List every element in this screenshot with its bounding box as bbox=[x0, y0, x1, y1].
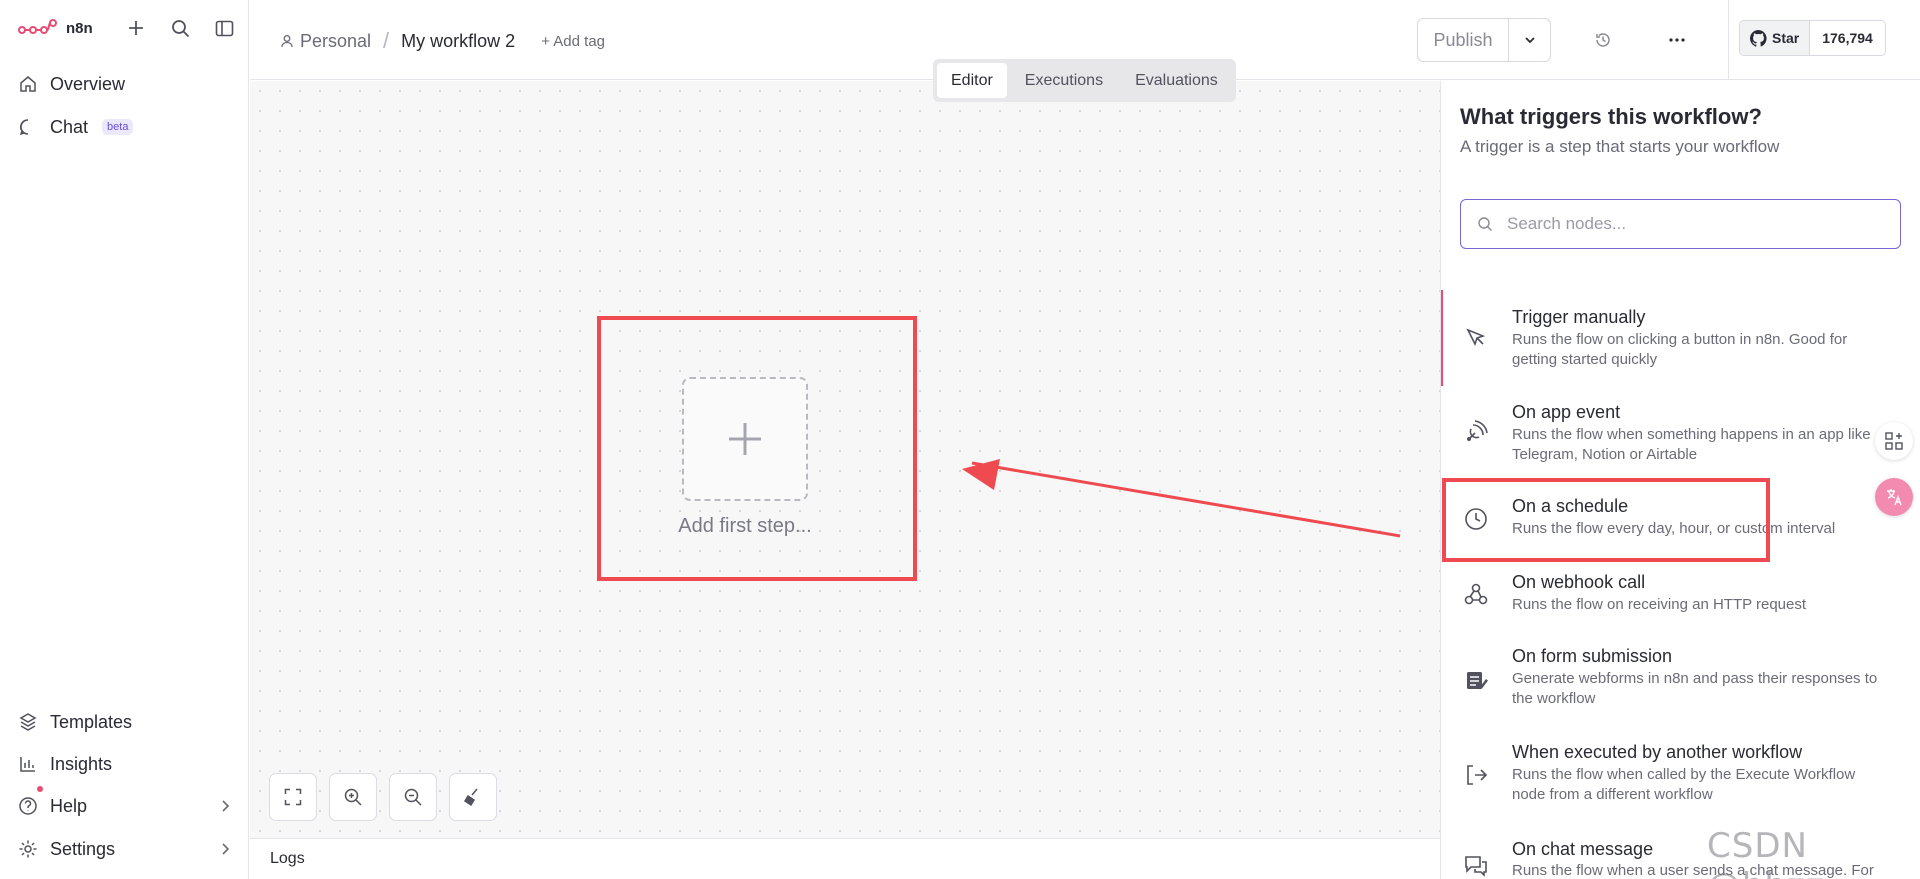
search-icon[interactable] bbox=[168, 16, 192, 40]
collapse-sidebar-icon[interactable] bbox=[212, 16, 236, 40]
translate-icon bbox=[1887, 489, 1902, 506]
chevron-right-icon bbox=[222, 843, 230, 855]
add-icon[interactable] bbox=[124, 16, 148, 40]
trigger-item-subworkflow[interactable]: When executed by another workflow Runs t… bbox=[1441, 727, 1920, 823]
canvas-controls bbox=[269, 773, 497, 821]
workflow-name[interactable]: My workflow 2 bbox=[401, 31, 515, 52]
webhook-icon bbox=[1464, 583, 1488, 605]
sidebar-item-chat[interactable]: Chat beta bbox=[18, 111, 134, 143]
notification-dot bbox=[37, 786, 43, 792]
panel-subtitle: A trigger is a step that starts your wor… bbox=[1460, 137, 1780, 156]
trigger-item-app-event[interactable]: On app event Runs the flow when somethin… bbox=[1441, 386, 1920, 481]
tab-evaluations[interactable]: Evaluations bbox=[1121, 63, 1232, 98]
chevron-down-icon bbox=[1524, 37, 1535, 44]
trigger-name: On chat message bbox=[1512, 839, 1654, 859]
history-icon[interactable] bbox=[1591, 28, 1615, 52]
zoom-out-button[interactable] bbox=[389, 773, 437, 821]
workflow-canvas[interactable]: Add first step... bbox=[250, 81, 1440, 838]
logs-bar[interactable]: Logs bbox=[250, 838, 1440, 879]
form-icon bbox=[1467, 672, 1488, 690]
header-divider bbox=[1728, 0, 1729, 80]
breadcrumb-separator: / bbox=[383, 28, 390, 53]
project-name: Personal bbox=[300, 30, 372, 51]
trigger-item-form[interactable]: On form submission Generate webforms in … bbox=[1441, 631, 1920, 727]
watermark: CSDN @hhzz bbox=[1707, 826, 1824, 879]
tab-executions[interactable]: Executions bbox=[1011, 63, 1117, 98]
translate-widget-button[interactable] bbox=[1875, 478, 1913, 516]
sidebar-item-label: Help bbox=[50, 795, 88, 816]
logs-label: Logs bbox=[270, 850, 305, 867]
search-icon bbox=[1478, 217, 1492, 231]
star-count: 176,794 bbox=[1810, 21, 1885, 55]
chat-icon bbox=[1465, 856, 1487, 877]
broom-icon bbox=[463, 788, 478, 807]
logo-text: n8n bbox=[66, 19, 93, 37]
trigger-name: On app event bbox=[1512, 402, 1621, 422]
fullscreen-icon bbox=[284, 788, 302, 806]
view-tabs: Editor Executions Evaluations bbox=[933, 59, 1236, 102]
breadcrumb: Personal / My workflow 2 + Add tag bbox=[280, 28, 605, 54]
panel-title: What triggers this workflow? bbox=[1460, 104, 1762, 129]
sidebar-item-label: Overview bbox=[50, 73, 126, 94]
more-options-icon[interactable] bbox=[1665, 28, 1689, 52]
chat-bubble-icon bbox=[19, 119, 29, 136]
sidebar-item-templates[interactable]: Templates bbox=[18, 706, 132, 738]
bar-chart-icon bbox=[20, 757, 35, 772]
sign-in-icon bbox=[1467, 765, 1488, 785]
zoom-in-icon bbox=[344, 788, 362, 806]
tab-editor[interactable]: Editor bbox=[937, 63, 1007, 98]
home-icon bbox=[20, 76, 36, 92]
trigger-description: Runs the flow on clicking a button in n8… bbox=[1512, 331, 1848, 368]
project-link[interactable]: Personal bbox=[280, 31, 371, 52]
zoom-out-icon bbox=[404, 788, 422, 806]
apps-icon bbox=[1885, 432, 1903, 450]
sidebar-item-insights[interactable]: Insights bbox=[18, 748, 112, 780]
sidebar-item-label: Insights bbox=[50, 753, 113, 774]
fit-view-button[interactable] bbox=[269, 773, 317, 821]
tidy-up-button[interactable] bbox=[449, 773, 497, 821]
trigger-description: Runs the flow on receiving an HTTP reque… bbox=[1512, 596, 1807, 613]
cursor-icon bbox=[1466, 328, 1486, 347]
trigger-description: Runs the flow when something happens in … bbox=[1512, 426, 1871, 463]
search-box bbox=[1460, 199, 1901, 249]
trigger-name: Trigger manually bbox=[1512, 307, 1646, 327]
zoom-in-button[interactable] bbox=[329, 773, 377, 821]
github-icon bbox=[1750, 29, 1767, 47]
trigger-description: Runs the flow when called by the Execute… bbox=[1512, 766, 1856, 803]
search-nodes-input[interactable] bbox=[1507, 214, 1867, 234]
chevron-right-icon bbox=[222, 800, 230, 812]
sidebar-item-help[interactable]: Help bbox=[18, 786, 230, 822]
trigger-name: On webhook call bbox=[1512, 572, 1646, 592]
sidebar-item-label: Chat bbox=[50, 116, 89, 137]
sidebar-item-label: Settings bbox=[50, 838, 116, 859]
trigger-item-webhook[interactable]: On webhook call Runs the flow on receivi… bbox=[1441, 557, 1920, 631]
trigger-name: On form submission bbox=[1512, 646, 1673, 666]
templates-icon bbox=[19, 713, 37, 731]
sidebar: n8n Overview Chat beta Templates Insight… bbox=[0, 0, 249, 879]
sidebar-item-overview[interactable]: Overview bbox=[18, 68, 125, 100]
publish-button[interactable]: Publish bbox=[1418, 19, 1508, 61]
sidebar-item-label: Templates bbox=[50, 711, 133, 732]
sidebar-item-settings[interactable]: Settings bbox=[18, 833, 230, 865]
help-icon bbox=[19, 797, 37, 815]
trigger-name: When executed by another workflow bbox=[1512, 742, 1803, 762]
n8n-logo-icon bbox=[18, 19, 57, 34]
satellite-icon bbox=[1467, 420, 1488, 441]
star-label: Star bbox=[1772, 30, 1800, 46]
beta-badge: beta bbox=[102, 119, 134, 135]
github-star-button[interactable]: Star 176,794 bbox=[1739, 20, 1886, 56]
trigger-item-manual[interactable]: Trigger manually Runs the flow on clicki… bbox=[1441, 290, 1920, 386]
brand[interactable]: n8n bbox=[18, 14, 93, 42]
apps-widget-button[interactable] bbox=[1875, 422, 1913, 460]
gear-icon bbox=[19, 840, 37, 858]
add-tag-button[interactable]: + Add tag bbox=[541, 33, 605, 50]
publish-button-group: Publish bbox=[1417, 18, 1551, 62]
annotation-arrow bbox=[962, 459, 1401, 538]
trigger-description: Generate webforms in n8n and pass their … bbox=[1512, 670, 1878, 707]
user-icon bbox=[281, 35, 293, 48]
star-label-wrap: Star bbox=[1740, 21, 1811, 55]
annotation-highlight-box bbox=[1442, 478, 1770, 562]
publish-dropdown-button[interactable] bbox=[1508, 19, 1550, 61]
